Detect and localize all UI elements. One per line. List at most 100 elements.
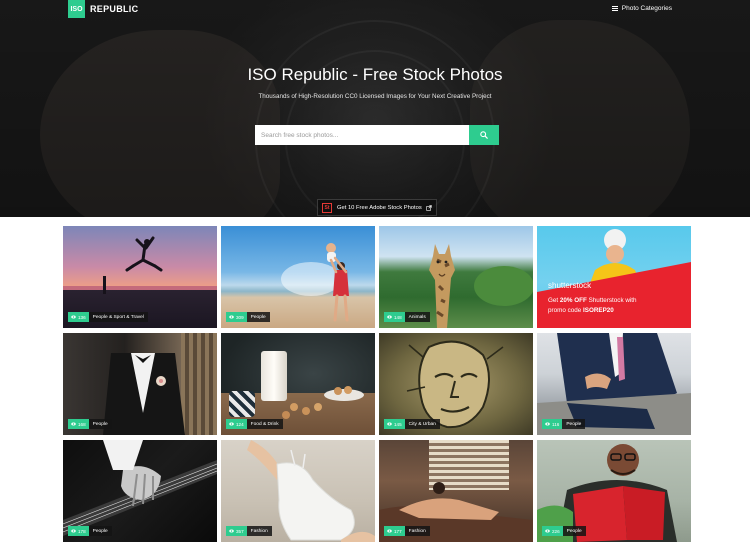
external-link-icon: [426, 204, 432, 211]
photo-category[interactable]: People: [562, 526, 586, 536]
photo-badge: 145 City & Urban: [384, 419, 440, 429]
photo-category[interactable]: Fashion: [404, 526, 430, 536]
photo-category[interactable]: City & Urban: [404, 419, 440, 429]
photo-tile[interactable]: 136 People & Sport & Travel: [63, 226, 217, 328]
view-count: 226: [542, 526, 563, 536]
photo-badge: 124 Food & Drink: [226, 419, 283, 429]
view-count: 168: [68, 419, 89, 429]
eye-icon: [229, 529, 234, 533]
logo-mark: ISO: [68, 0, 85, 18]
hero-overlay: [0, 0, 750, 217]
cookies: [282, 386, 364, 419]
photo-categories-menu[interactable]: Photo Categories: [611, 5, 672, 12]
ad-line-1: Get 20% OFF Shutterstock with: [548, 297, 637, 304]
view-count: 124: [226, 419, 247, 429]
photo-tile[interactable]: 178 People: [63, 440, 217, 542]
eye-icon: [387, 529, 392, 533]
view-count: 116: [542, 419, 563, 429]
photo-categories-label: Photo Categories: [621, 5, 672, 12]
photo-badge: 168 People: [68, 419, 112, 429]
photo-category[interactable]: Animals: [404, 312, 430, 322]
hero-title: ISO Republic - Free Stock Photos: [247, 65, 503, 84]
ad-discount: 20% OFF: [559, 297, 587, 304]
horizon-glow: [63, 286, 217, 290]
eye-icon: [71, 422, 76, 426]
ad-line-2-pre: promo code: [548, 307, 584, 314]
search-button[interactable]: [469, 125, 499, 145]
view-count-value: 116: [552, 421, 560, 427]
view-count: 145: [384, 419, 405, 429]
photo-tile[interactable]: 148 Animals: [379, 226, 533, 328]
eye-icon: [387, 422, 392, 426]
photo-tile[interactable]: 309 People: [221, 226, 375, 328]
shutterstock-ad[interactable]: shutterstock Get 20% OFF Shutterstock wi…: [537, 226, 691, 328]
adobe-stock-logo: St: [322, 202, 332, 213]
view-count: 309: [226, 312, 247, 322]
view-count: 136: [68, 312, 89, 322]
photo-tile[interactable]: 168 People: [63, 333, 217, 435]
photo-category[interactable]: People: [88, 526, 112, 536]
view-count-value: 178: [78, 528, 86, 534]
search-bar: [255, 125, 499, 145]
hero-subtitle: Thousands of High-Resolution CC0 License…: [258, 93, 492, 100]
photo-category[interactable]: Fashion: [246, 526, 272, 536]
photo-badge: 309 People: [226, 312, 270, 322]
eye-icon: [229, 422, 234, 426]
view-count: 177: [384, 526, 405, 536]
photo-badge: 178 People: [68, 526, 112, 536]
view-count-value: 148: [394, 314, 402, 320]
pier-post: [103, 276, 106, 294]
photo-tile[interactable]: 226 People: [537, 440, 691, 542]
search-input[interactable]: [255, 125, 469, 145]
hamburger-icon: [611, 6, 618, 11]
eye-icon: [71, 315, 76, 319]
view-count: 178: [68, 526, 89, 536]
ad-line-1-post: Shutterstock with: [586, 297, 637, 304]
photo-category[interactable]: Food & Drink: [246, 419, 283, 429]
view-count-value: 136: [78, 314, 86, 320]
view-count-value: 145: [394, 421, 402, 427]
site-logo[interactable]: ISO REPUBLIC: [68, 0, 138, 18]
view-count-value: 177: [394, 528, 402, 534]
eye-icon: [71, 529, 76, 533]
tree: [474, 266, 533, 306]
photo-badge: 136 People & Sport & Travel: [68, 312, 148, 322]
ad-line-2: promo code ISOREP20: [548, 307, 614, 314]
eye-icon: [387, 315, 392, 319]
view-count-value: 357: [236, 528, 244, 534]
photo-badge: 116 People: [542, 419, 586, 429]
ad-line-1-pre: Get: [548, 297, 560, 304]
photo-grid: 136 People & Sport & Travel 309 People 1…: [63, 226, 691, 542]
ad-promo-code: ISOREP20: [583, 307, 614, 314]
photo-category[interactable]: People: [88, 419, 112, 429]
photo-category[interactable]: People & Sport & Travel: [88, 312, 148, 322]
view-count: 357: [226, 526, 247, 536]
photo-tile[interactable]: 357 Fashion: [221, 440, 375, 542]
promo-text: Get 10 Free Adobe Stock Photos: [337, 204, 422, 211]
photo-badge: 148 Animals: [384, 312, 430, 322]
striped-cloth: [229, 391, 255, 417]
photo-badge: 357 Fashion: [226, 526, 272, 536]
photo-category[interactable]: People: [562, 419, 586, 429]
photo-badge: 177 Fashion: [384, 526, 430, 536]
view-count-value: 168: [78, 421, 86, 427]
adobe-stock-promo-link[interactable]: St Get 10 Free Adobe Stock Photos: [317, 199, 437, 216]
photo-category[interactable]: People: [246, 312, 270, 322]
view-count-value: 226: [552, 528, 560, 534]
hero-section: ISO REPUBLIC Photo Categories ISO Republ…: [0, 0, 750, 217]
logo-text: REPUBLIC: [90, 4, 139, 14]
photo-tile[interactable]: 124 Food & Drink: [221, 333, 375, 435]
photo-tile[interactable]: 116 People: [537, 333, 691, 435]
jumping-person-silhouette: [125, 236, 163, 272]
eye-icon: [545, 529, 550, 533]
view-count-value: 124: [236, 421, 244, 427]
photo-tile[interactable]: 177 Fashion: [379, 440, 533, 542]
eye-icon: [545, 422, 550, 426]
search-icon: [480, 131, 488, 139]
photo-tile[interactable]: 145 City & Urban: [379, 333, 533, 435]
ad-brand: shutterstock: [548, 281, 592, 290]
woman-lifting-child: [326, 243, 349, 322]
photo-badge: 226 People: [542, 526, 586, 536]
eye-icon: [229, 315, 234, 319]
view-count: 148: [384, 312, 405, 322]
